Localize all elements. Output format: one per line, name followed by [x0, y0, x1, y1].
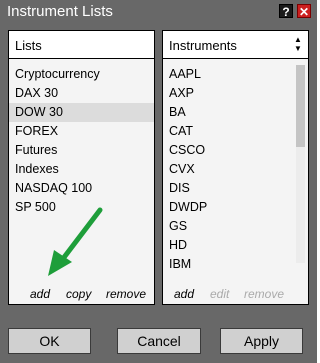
instrument-item[interactable]: AXP — [163, 84, 292, 103]
list-item[interactable]: DAX 30 — [9, 84, 154, 103]
sort-down-icon[interactable]: ▼ — [294, 44, 302, 53]
sort-up-icon[interactable]: ▲ — [294, 35, 302, 44]
instruments-add-button[interactable]: add — [174, 287, 194, 301]
lists-header: Lists — [9, 31, 154, 59]
cancel-button[interactable]: Cancel — [117, 328, 201, 354]
instrument-item[interactable]: CSCO — [163, 141, 292, 160]
instruments-scrollbar[interactable] — [296, 65, 305, 263]
list-item[interactable]: Indexes — [9, 160, 154, 179]
close-icon[interactable]: ✕ — [297, 4, 311, 19]
instrument-item[interactable]: DWDP — [163, 198, 292, 217]
apply-button[interactable]: Apply — [220, 328, 303, 354]
lists-copy-button[interactable]: copy — [66, 287, 91, 301]
scrollbar-thumb[interactable] — [296, 65, 305, 147]
lists-list: Cryptocurrency DAX 30 DOW 30 FOREX Futur… — [9, 65, 154, 217]
green-arrow-icon — [48, 207, 103, 276]
sort-icon[interactable]: ▲ ▼ — [294, 35, 302, 53]
instruments-edit-button: edit — [210, 287, 230, 301]
help-icon[interactable]: ? — [279, 4, 293, 19]
lists-add-button[interactable]: add — [30, 287, 50, 301]
instrument-item[interactable]: DIS — [163, 179, 292, 198]
instrument-item[interactable]: HD — [163, 236, 292, 255]
list-item[interactable]: FOREX — [9, 122, 154, 141]
instrument-item[interactable]: IBM — [163, 255, 292, 274]
instruments-panel: Instruments ▲ ▼ AAPL AXP BA CAT CSCO CVX… — [162, 30, 309, 305]
instruments-header-label: Instruments — [169, 38, 237, 53]
instrument-item[interactable]: CVX — [163, 160, 292, 179]
lists-header-label: Lists — [15, 38, 42, 53]
instruments-remove-button: remove — [244, 287, 285, 301]
lists-remove-button[interactable]: remove — [106, 287, 146, 301]
instruments-header[interactable]: Instruments ▲ ▼ — [163, 31, 308, 59]
instrument-item[interactable]: AAPL — [163, 65, 292, 84]
instrument-item[interactable]: CAT — [163, 122, 292, 141]
instruments-list: AAPL AXP BA CAT CSCO CVX DIS DWDP GS HD … — [163, 65, 292, 274]
list-item[interactable]: Cryptocurrency — [9, 65, 154, 84]
window-title: Instrument Lists — [7, 3, 113, 20]
ok-button[interactable]: OK — [8, 328, 91, 354]
instrument-item[interactable]: GS — [163, 217, 292, 236]
title-bar[interactable]: Instrument Lists ? ✕ — [0, 0, 317, 24]
list-item-selected[interactable]: DOW 30 — [9, 103, 154, 122]
instrument-item[interactable]: BA — [163, 103, 292, 122]
instrument-lists-dialog: Instrument Lists ? ✕ Lists Cryptocurrenc… — [0, 0, 317, 363]
list-item[interactable]: NASDAQ 100 — [9, 179, 154, 198]
list-item[interactable]: Futures — [9, 141, 154, 160]
